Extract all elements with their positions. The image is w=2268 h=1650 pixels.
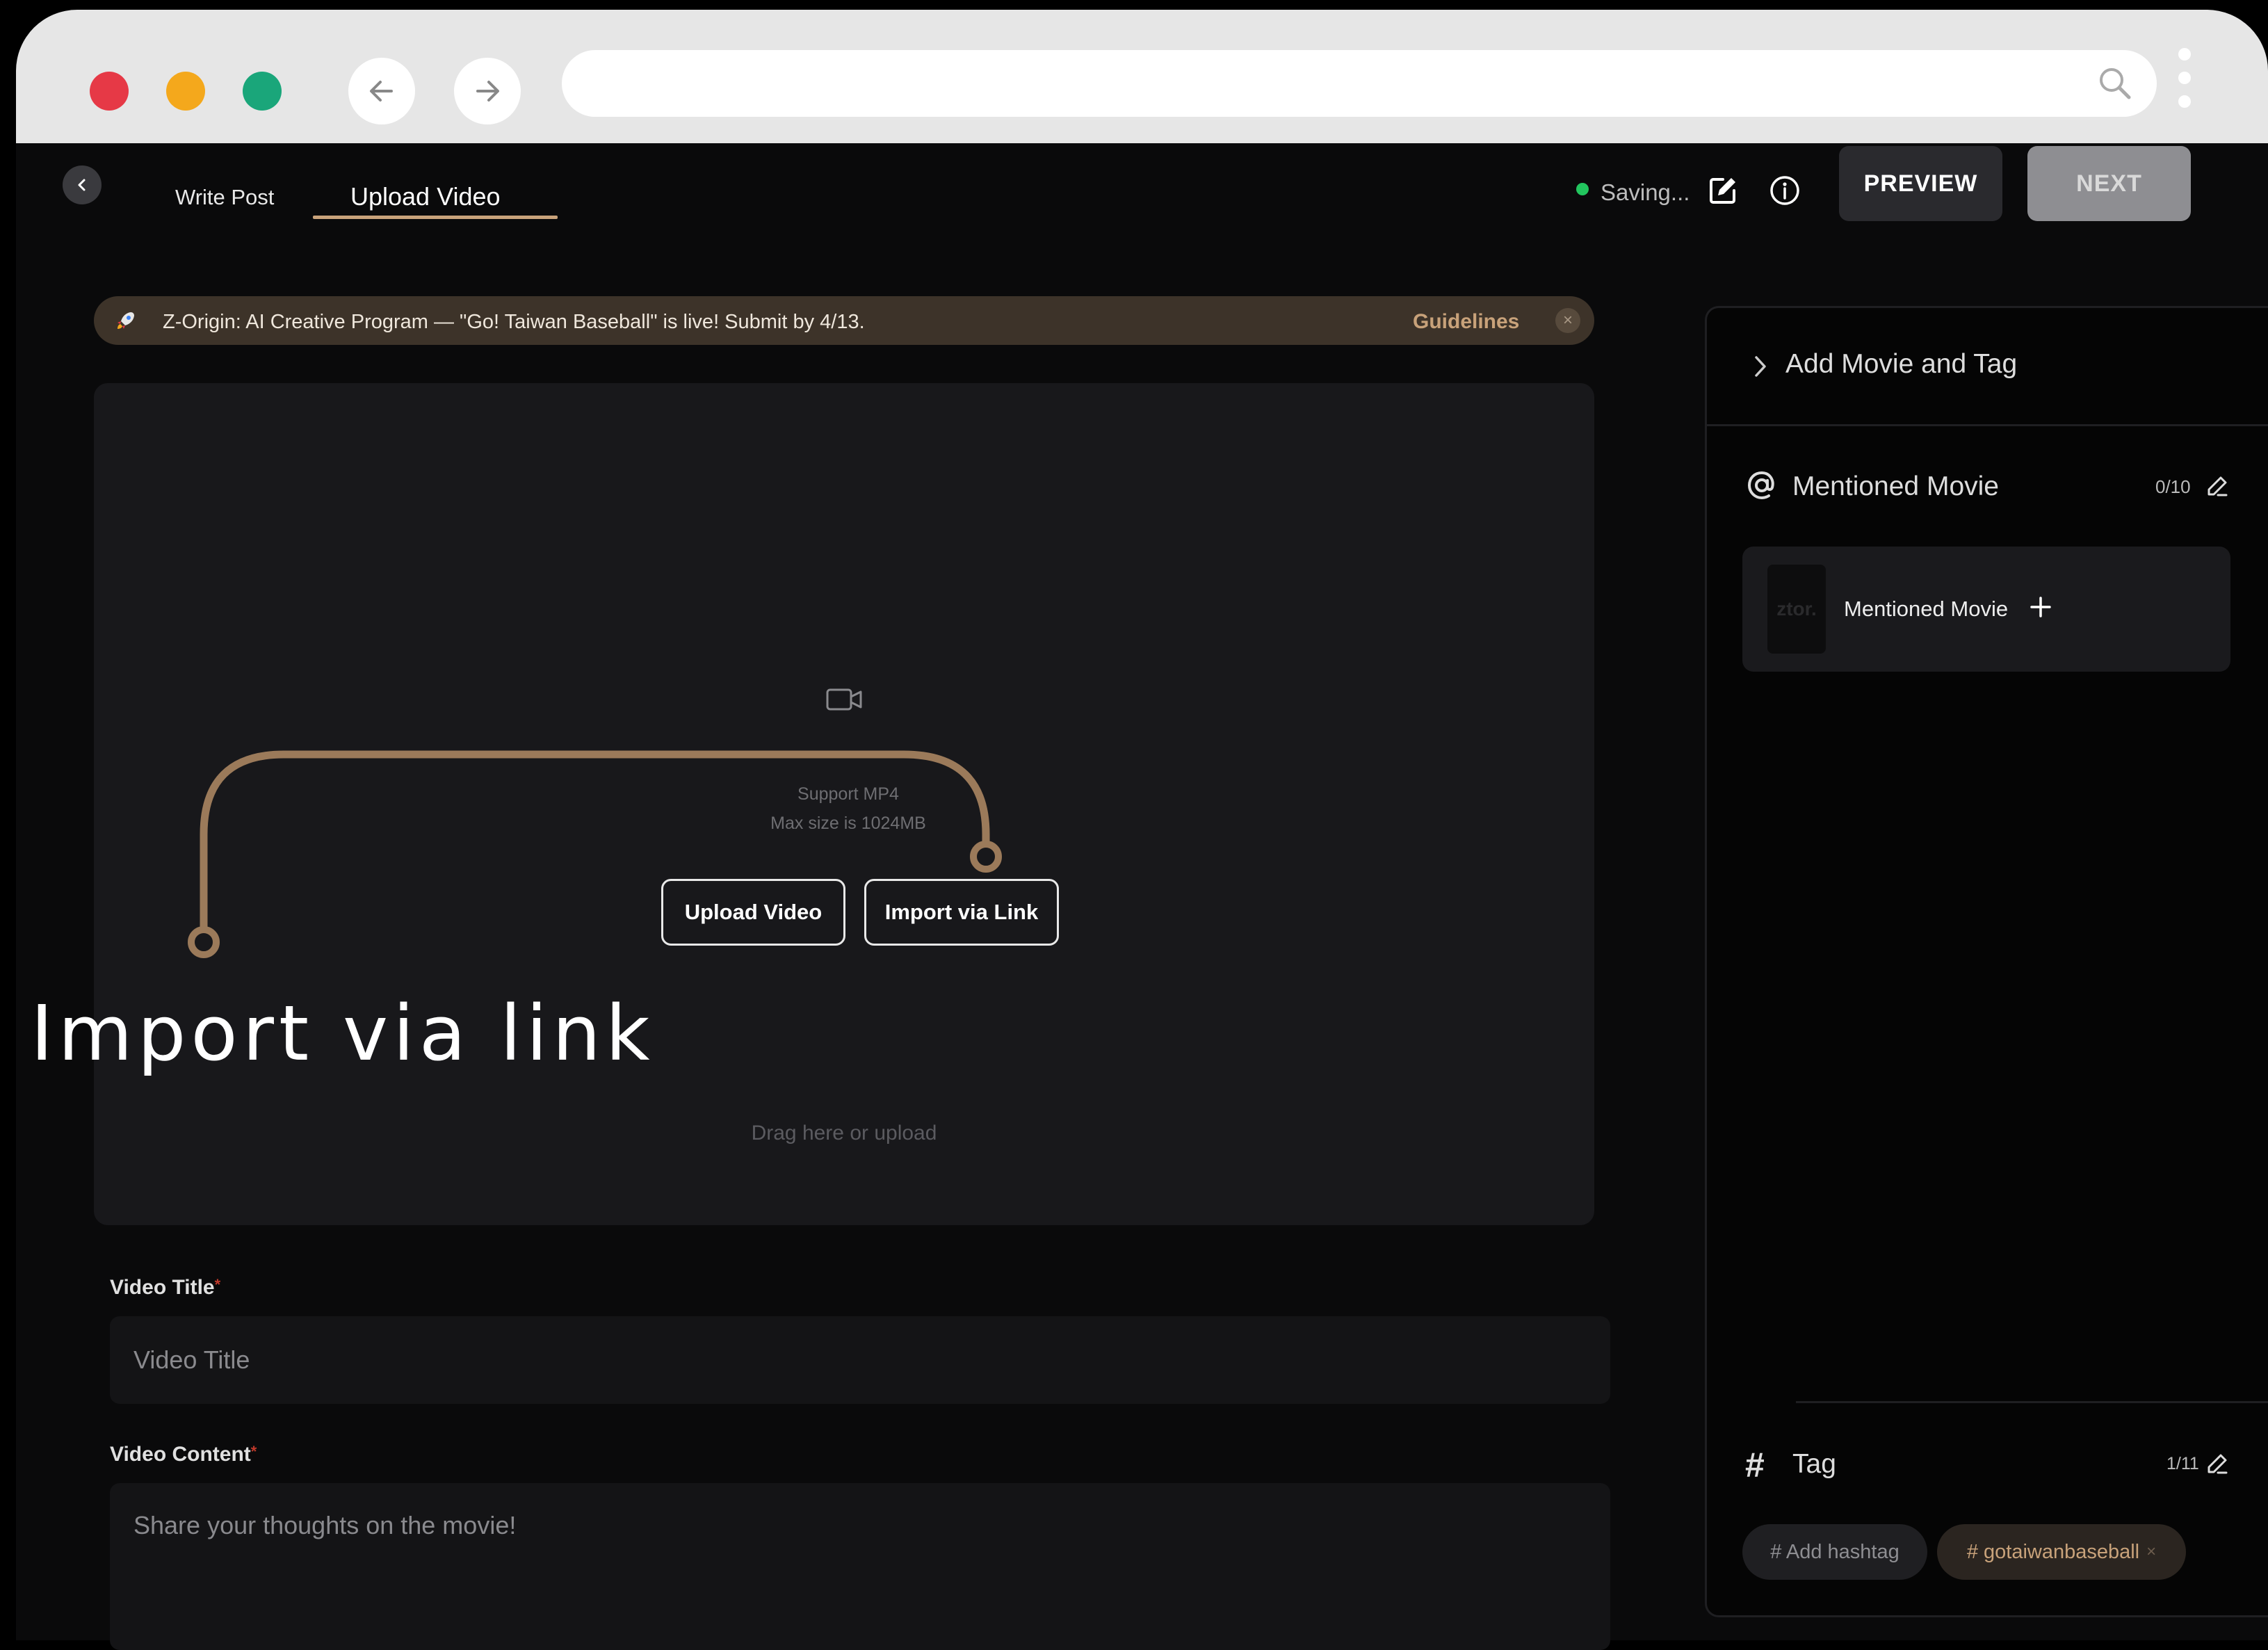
at-sign-icon (1747, 471, 1774, 500)
movie-thumbnail-placeholder: ztor. (1767, 565, 1826, 654)
mentioned-movie-card-label[interactable]: Mentioned Movie (1844, 597, 2008, 622)
pencil-icon[interactable] (2205, 1452, 2229, 1475)
back-button[interactable] (63, 165, 102, 204)
video-title-label: Video Title* (110, 1276, 220, 1300)
video-content-label-text: Video Content (110, 1443, 251, 1466)
video-content-label: Video Content* (110, 1443, 257, 1466)
hash-icon: # (1745, 1446, 1765, 1485)
chevron-left-icon (78, 179, 86, 191)
section-divider (1707, 424, 2268, 426)
pencil-icon[interactable] (2205, 474, 2229, 498)
kebab-menu-dot[interactable] (2178, 72, 2191, 84)
required-mark: * (214, 1276, 221, 1293)
browser-chrome (16, 10, 2268, 143)
chevron-right-icon[interactable] (1753, 355, 1767, 378)
saving-status-text: Saving... (1601, 179, 1690, 205)
required-mark: * (250, 1443, 257, 1460)
close-icon: × (1562, 311, 1573, 330)
add-hashtag-button[interactable]: # Add hashtag (1742, 1524, 1927, 1580)
back-arrow-icon (370, 81, 393, 102)
forward-arrow-icon (476, 81, 499, 102)
import-via-link-button[interactable]: Import via Link (864, 879, 1059, 946)
callout-label: Import via link (31, 989, 655, 1078)
announcement-text: Z-Origin: AI Creative Program — "Go! Tai… (163, 311, 865, 333)
support-format-text: Support MP4 (797, 784, 899, 804)
info-icon[interactable] (1768, 174, 1801, 207)
guidelines-link[interactable]: Guidelines (1413, 310, 1519, 334)
drag-upload-hint: Drag here or upload (751, 1122, 937, 1145)
tag-section-title: Tag (1792, 1449, 1836, 1479)
back-nav-button[interactable] (348, 58, 415, 124)
forward-nav-button[interactable] (454, 58, 521, 124)
movie-thumb-watermark: ztor. (1776, 598, 1817, 620)
preview-button[interactable]: PREVIEW (1839, 146, 2002, 221)
section-divider (1796, 1401, 2268, 1403)
mentioned-movie-count: 0/10 (2155, 476, 2191, 497)
plus-icon[interactable] (2029, 595, 2052, 619)
tab-upload-video[interactable]: Upload Video (350, 182, 501, 211)
maximize-dot[interactable] (243, 72, 282, 111)
video-content-input[interactable] (110, 1483, 1610, 1650)
close-announcement-button[interactable]: × (1555, 308, 1580, 333)
tag-chip-label: # gotaiwanbaseball (1966, 1540, 2140, 1563)
kebab-menu-dot[interactable] (2178, 95, 2191, 108)
edit-draft-icon[interactable] (1705, 172, 1741, 209)
saving-status-dot (1576, 183, 1589, 195)
tag-count: 1/11 (2166, 1454, 2199, 1473)
tag-chip[interactable]: # gotaiwanbaseball × (1937, 1524, 2186, 1580)
close-dot[interactable] (90, 72, 129, 111)
mentioned-movie-title: Mentioned Movie (1792, 471, 1999, 501)
kebab-menu-icon[interactable] (2178, 48, 2191, 60)
rocket-icon (118, 312, 134, 329)
video-title-label-text: Video Title (110, 1276, 215, 1299)
active-tab-indicator (313, 216, 558, 219)
minimize-dot[interactable] (166, 72, 205, 111)
next-button[interactable]: NEXT (2027, 146, 2191, 221)
remove-tag-icon[interactable]: × (2146, 1542, 2156, 1562)
add-movie-and-tag-label[interactable]: Add Movie and Tag (1785, 349, 2017, 380)
max-size-text: Max size is 1024MB (770, 814, 926, 833)
side-panel (1705, 306, 2268, 1617)
upload-video-button[interactable]: Upload Video (661, 879, 845, 946)
address-bar[interactable] (562, 50, 2157, 117)
tab-write-post[interactable]: Write Post (175, 185, 274, 210)
video-camera-icon (826, 688, 862, 711)
video-title-input[interactable] (110, 1316, 1610, 1404)
search-icon[interactable] (2097, 65, 2133, 102)
